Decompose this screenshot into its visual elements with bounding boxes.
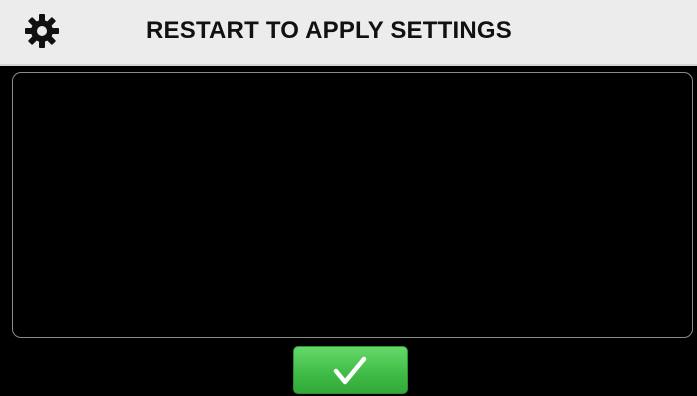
confirm-button[interactable] — [293, 346, 408, 394]
gear-icon — [24, 13, 60, 49]
page-title: RESTART TO APPLY SETTINGS — [146, 17, 512, 44]
header-bar: RESTART TO APPLY SETTINGS — [0, 0, 697, 66]
restart-dialog-screen: RESTART TO APPLY SETTINGS — [0, 0, 697, 396]
message-panel — [12, 72, 693, 338]
checkmark-icon — [330, 354, 370, 388]
